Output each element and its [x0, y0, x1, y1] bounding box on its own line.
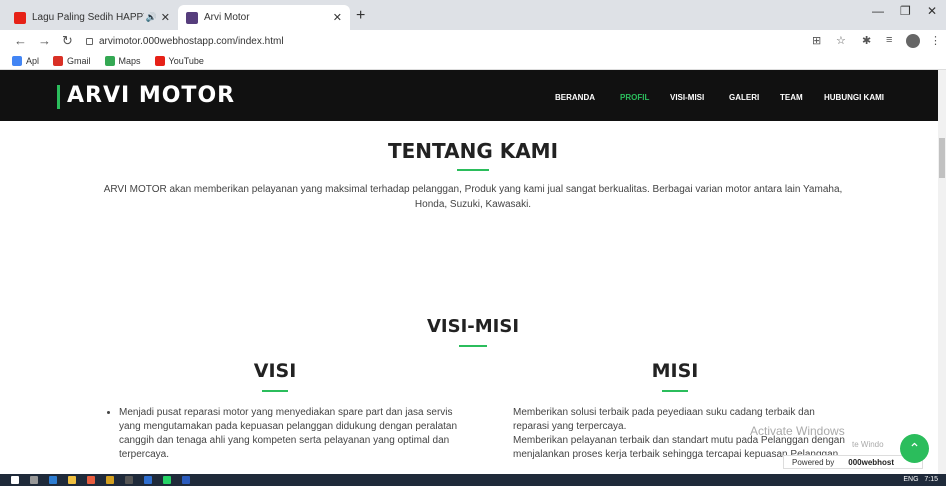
reload-icon[interactable]: ↻ — [62, 33, 73, 49]
address-bar: ← → ↻ arvimotor.000webhostapp.com/index.… — [0, 30, 946, 52]
visi-title: VISI — [253, 360, 297, 382]
nav-team[interactable]: TEAM — [780, 93, 803, 102]
profile-avatar[interactable] — [906, 34, 920, 48]
about-underline — [457, 169, 489, 171]
edge-icon[interactable] — [49, 476, 57, 484]
search-icon[interactable] — [30, 476, 38, 484]
close-tab-icon[interactable]: ✕ — [333, 11, 342, 24]
chevron-up-icon: ⌃ — [908, 440, 921, 456]
bookmark-youtube[interactable]: YouTube — [154, 55, 204, 66]
close-window-icon[interactable]: ✕ — [927, 4, 937, 18]
media-icon[interactable]: ≡ — [886, 34, 892, 46]
misi-title: MISI — [651, 360, 699, 382]
misi-underline — [662, 390, 688, 392]
apps-icon — [12, 55, 22, 66]
tab-title: Lagu Paling Sedih HAPPY AS — [32, 12, 144, 23]
whatsapp-icon[interactable] — [163, 476, 171, 484]
bookmark-label: Gmail — [67, 55, 91, 66]
bookmark-label: Maps — [118, 55, 141, 66]
powered-by-label: Powered by — [792, 457, 835, 467]
url-input[interactable]: arvimotor.000webhostapp.com/index.html — [86, 32, 798, 50]
app-icon[interactable] — [182, 476, 190, 484]
activate-windows-watermark: Activate Windows — [750, 424, 845, 438]
visimisi-underline — [459, 345, 487, 347]
list-item: Menjadi pusat reparasi motor yang menyed… — [119, 406, 459, 462]
menu-icon[interactable]: ⋮ — [930, 34, 941, 47]
logo-accent-bar — [57, 85, 60, 109]
browser-tab-bar: Lagu Paling Sedih HAPPY AS 🔊 ✕ Arvi Moto… — [0, 0, 946, 30]
nav-profil[interactable]: PROFIL — [620, 93, 649, 102]
tab-arvi-motor[interactable]: Arvi Motor ✕ — [178, 5, 350, 30]
folder-icon[interactable] — [68, 476, 76, 484]
bookmark-label: Apl — [26, 55, 40, 66]
lock-icon — [86, 37, 93, 45]
system-tray: ENG 7:15 — [903, 474, 938, 486]
nav-galeri[interactable]: GALERI — [729, 93, 759, 102]
minimize-icon[interactable]: — — [872, 4, 884, 18]
bookmarks-bar: Apl Gmail Maps YouTube — [0, 52, 946, 70]
tray-time[interactable]: 7:15 — [924, 476, 938, 483]
word-icon[interactable] — [144, 476, 152, 484]
bootstrap-favicon-icon — [186, 11, 198, 24]
bookmark-apps[interactable]: Apl — [12, 55, 40, 66]
tab-youtube[interactable]: Lagu Paling Sedih HAPPY AS 🔊 ✕ — [6, 5, 178, 30]
close-tab-icon[interactable]: ✕ — [161, 11, 170, 24]
speaker-icon[interactable]: 🔊 — [146, 12, 157, 23]
bookmark-gmail[interactable]: Gmail — [53, 55, 91, 66]
forward-icon[interactable]: → — [38, 33, 51, 48]
bookmark-maps[interactable]: Maps — [104, 55, 141, 66]
nav-visi-misi[interactable]: VISI-MISI — [670, 93, 704, 102]
chrome-icon[interactable] — [87, 476, 95, 484]
scrollbar-track[interactable] — [938, 70, 946, 474]
app-icon[interactable] — [106, 476, 114, 484]
activate-windows-sub: te Windo — [852, 440, 884, 449]
about-text: ARVI MOTOR akan memberikan pelayanan yan… — [103, 184, 843, 210]
windows-taskbar: ENG 7:15 — [0, 474, 946, 486]
visimisi-title: VISI-MISI — [426, 316, 520, 337]
back-icon[interactable]: ← — [14, 33, 27, 48]
site-logo[interactable]: ARVI MOTOR — [67, 83, 235, 108]
tray-lang[interactable]: ENG — [903, 476, 918, 483]
youtube-favicon-icon — [14, 11, 26, 24]
youtube-icon — [154, 55, 165, 66]
tab-title: Arvi Motor — [204, 12, 250, 23]
url-text: arvimotor.000webhostapp.com/index.html — [99, 35, 284, 47]
translate-icon[interactable]: ⊞ — [812, 34, 821, 47]
back-to-top-button[interactable]: ⌃ — [900, 434, 929, 463]
host-name: 000webhost — [848, 457, 895, 467]
bookmark-label: YouTube — [168, 55, 204, 66]
extension-icon[interactable]: ✱ — [862, 34, 871, 47]
star-icon[interactable]: ☆ — [836, 34, 846, 47]
maximize-icon[interactable]: ❐ — [900, 4, 911, 18]
nav-beranda[interactable]: BERANDA — [555, 93, 595, 102]
gmail-icon — [53, 55, 64, 66]
scrollbar-thumb[interactable] — [939, 138, 945, 178]
maps-icon — [104, 55, 115, 66]
app-icon[interactable] — [125, 476, 133, 484]
visi-underline — [262, 390, 288, 392]
new-tab-icon[interactable]: + — [356, 7, 365, 25]
visi-list: Menjadi pusat reparasi motor yang menyed… — [119, 406, 459, 462]
nav-hubungi-kami[interactable]: HUBUNGI KAMI — [824, 93, 884, 102]
about-title: TENTANG KAMI — [387, 139, 559, 163]
windows-start-icon[interactable] — [11, 476, 19, 484]
